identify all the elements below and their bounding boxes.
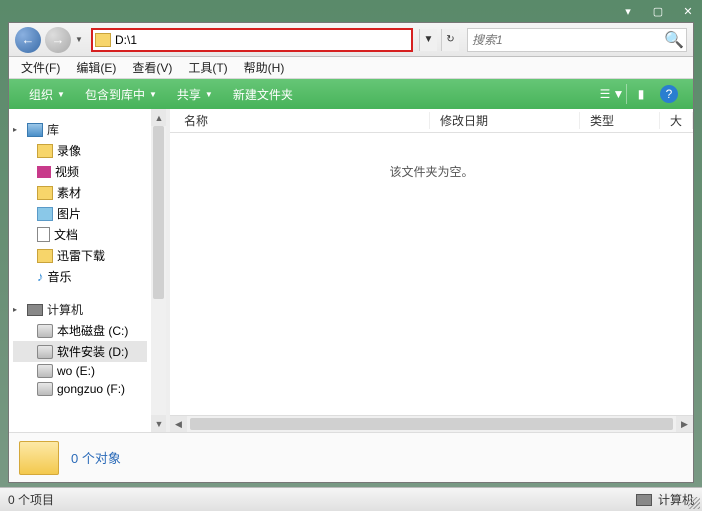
- command-toolbar: 组织▼ 包含到库中▼ 共享▼ 新建文件夹 ☰▼ ▮ ?: [9, 79, 693, 109]
- nav-drive-item[interactable]: wo (E:): [13, 362, 147, 380]
- column-headers: 名称 修改日期 类型 大: [170, 109, 693, 133]
- back-button[interactable]: ←: [15, 27, 41, 53]
- close-button[interactable]: ✕: [682, 5, 694, 17]
- nav-library-item[interactable]: 迅雷下载: [13, 245, 147, 266]
- refresh-button[interactable]: ↻: [441, 29, 459, 51]
- drive-icon: [37, 364, 53, 378]
- nav-scrollbar[interactable]: ▲ ▼: [151, 109, 166, 432]
- status-bar: 0 个项目 计算机: [0, 487, 702, 511]
- item-icon: [37, 144, 53, 158]
- music-icon: ♪: [37, 269, 44, 284]
- explorer-window: ← → ▼ ▼ ↻ 🔍 文件(F) 编辑(E) 查看(V) 工具(T) 帮助(H…: [8, 22, 694, 483]
- item-icon: [37, 166, 51, 178]
- col-size[interactable]: 大: [660, 112, 693, 129]
- horizontal-scrollbar[interactable]: ◀ ▶: [170, 415, 693, 432]
- nav-library-item[interactable]: 素材: [13, 182, 147, 203]
- scroll-down-icon[interactable]: ▼: [151, 415, 166, 432]
- menu-view[interactable]: 查看(V): [124, 57, 180, 78]
- scrollbar-thumb[interactable]: [190, 418, 673, 430]
- library-icon: [27, 123, 43, 137]
- empty-folder-message: 该文件夹为空。: [389, 163, 473, 180]
- resize-grip[interactable]: [688, 497, 700, 509]
- share-button[interactable]: 共享▼: [167, 82, 223, 107]
- address-dropdown[interactable]: ▼: [419, 29, 437, 51]
- nav-drive-item[interactable]: 软件安装 (D:): [13, 341, 147, 362]
- address-bar[interactable]: [91, 28, 413, 52]
- minimize-button[interactable]: ▾: [622, 5, 634, 17]
- nav-library-item[interactable]: ♪音乐: [13, 266, 147, 287]
- computer-icon: [636, 494, 652, 506]
- scroll-right-icon[interactable]: ▶: [676, 416, 693, 432]
- drive-icon: [37, 345, 53, 359]
- address-input[interactable]: [115, 30, 409, 50]
- menu-tools[interactable]: 工具(T): [180, 57, 235, 78]
- drive-icon: [37, 382, 53, 396]
- nav-library-item[interactable]: 录像: [13, 140, 147, 161]
- search-input[interactable]: [468, 30, 662, 50]
- help-button[interactable]: ?: [655, 83, 683, 105]
- nav-library-root[interactable]: ▸ 库: [13, 119, 147, 140]
- preview-pane-button[interactable]: ▮: [627, 83, 655, 105]
- folder-icon: [95, 33, 111, 47]
- item-icon: [37, 227, 50, 242]
- nav-drive-item[interactable]: gongzuo (F:): [13, 380, 147, 398]
- nav-drive-item[interactable]: 本地磁盘 (C:): [13, 320, 147, 341]
- navigation-pane[interactable]: ▸ 库 录像视频素材图片文档迅雷下载♪音乐 ▸ 计算机 本地磁盘 (C:)软件安…: [9, 109, 151, 432]
- col-type[interactable]: 类型: [580, 112, 660, 129]
- item-icon: [37, 249, 53, 263]
- status-item-count: 0 个项目: [8, 491, 54, 508]
- history-dropdown[interactable]: ▼: [75, 35, 85, 45]
- nav-library-item[interactable]: 图片: [13, 203, 147, 224]
- search-icon[interactable]: 🔍: [662, 29, 686, 51]
- scroll-left-icon[interactable]: ◀: [170, 416, 187, 432]
- new-folder-button[interactable]: 新建文件夹: [223, 82, 303, 107]
- item-icon: [37, 207, 53, 221]
- menu-file[interactable]: 文件(F): [13, 57, 68, 78]
- nav-library-item[interactable]: 视频: [13, 161, 147, 182]
- menu-help[interactable]: 帮助(H): [236, 57, 293, 78]
- view-options-button[interactable]: ☰▼: [598, 83, 626, 105]
- scrollbar-thumb[interactable]: [153, 126, 164, 299]
- nav-library-item[interactable]: 文档: [13, 224, 147, 245]
- col-name[interactable]: 名称: [170, 112, 430, 129]
- details-pane: 0 个对象: [9, 432, 693, 482]
- drive-icon: [37, 324, 53, 338]
- file-list-body[interactable]: 该文件夹为空。: [170, 133, 693, 415]
- organize-button[interactable]: 组织▼: [19, 82, 75, 107]
- scroll-up-icon[interactable]: ▲: [151, 109, 166, 126]
- file-list-pane: 名称 修改日期 类型 大 该文件夹为空。 ◀ ▶: [170, 109, 693, 432]
- menu-edit[interactable]: 编辑(E): [68, 57, 124, 78]
- computer-icon: [27, 304, 43, 316]
- include-library-button[interactable]: 包含到库中▼: [75, 82, 167, 107]
- content-area: ▸ 库 录像视频素材图片文档迅雷下载♪音乐 ▸ 计算机 本地磁盘 (C:)软件安…: [9, 109, 693, 432]
- window-titlebar: ▾ ▢ ✕: [0, 0, 702, 22]
- nav-computer-root[interactable]: ▸ 计算机: [13, 299, 147, 320]
- forward-button[interactable]: →: [45, 27, 71, 53]
- folder-large-icon: [19, 441, 59, 475]
- search-box[interactable]: 🔍: [467, 28, 687, 52]
- menu-bar: 文件(F) 编辑(E) 查看(V) 工具(T) 帮助(H): [9, 57, 693, 79]
- chevron-down-icon[interactable]: ▸: [13, 125, 23, 134]
- maximize-button[interactable]: ▢: [652, 5, 664, 17]
- item-icon: [37, 186, 53, 200]
- object-count: 0 个对象: [71, 448, 121, 467]
- navigation-bar: ← → ▼ ▼ ↻ 🔍: [9, 23, 693, 57]
- col-modified[interactable]: 修改日期: [430, 112, 580, 129]
- chevron-down-icon[interactable]: ▸: [13, 305, 23, 314]
